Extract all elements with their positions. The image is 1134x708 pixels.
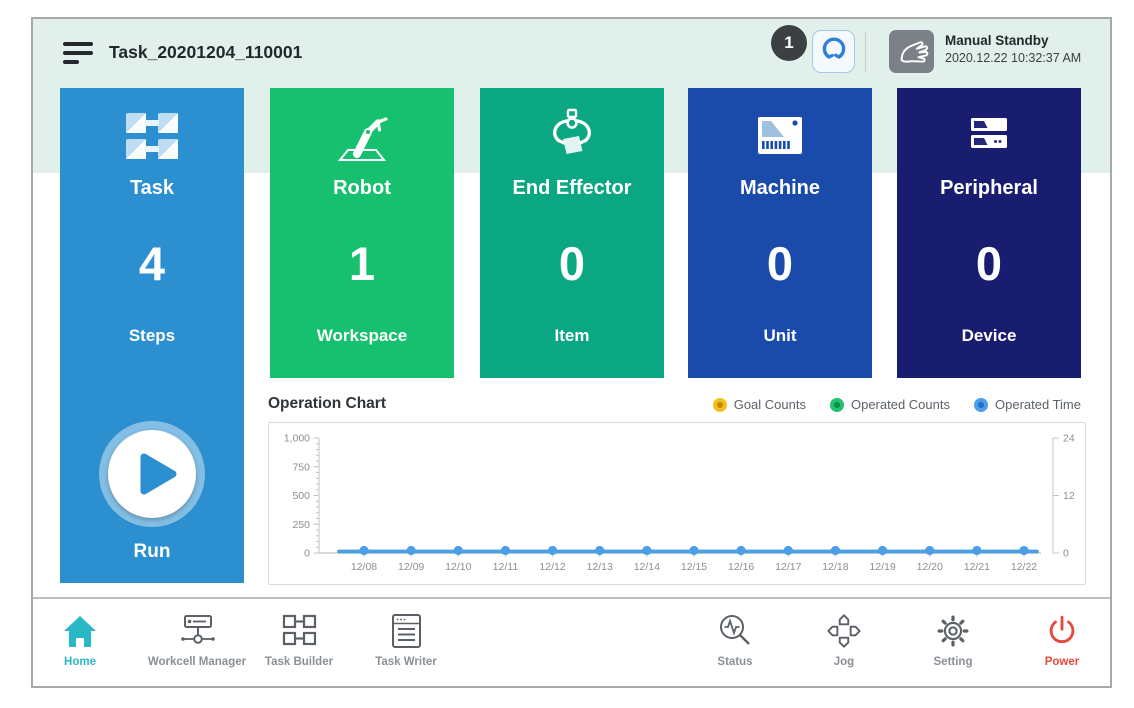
svg-text:250: 250 xyxy=(292,519,310,531)
legend-operated-counts: Operated Counts xyxy=(830,397,950,412)
manual-mode-icon xyxy=(889,30,934,73)
legend-label: Operated Counts xyxy=(851,397,950,412)
card-value: 0 xyxy=(480,236,664,291)
svg-text:500: 500 xyxy=(292,490,310,502)
bottom-nav: Home Workcell Manager xyxy=(33,597,1110,686)
svg-text:12/13: 12/13 xyxy=(587,561,613,573)
operated-time-marker-icon xyxy=(974,398,988,412)
gripper-button[interactable] xyxy=(812,30,855,73)
robot-icon xyxy=(270,108,454,164)
svg-text:750: 750 xyxy=(292,461,310,473)
robot-status: Manual Standby 2020.12.22 10:32:37 AM xyxy=(945,33,1081,66)
operated-counts-marker-icon xyxy=(830,398,844,412)
goal-counts-marker-icon xyxy=(713,398,727,412)
end-effector-icon xyxy=(480,108,664,164)
card-robot[interactable]: Robot 1 Workspace xyxy=(270,88,454,378)
task-writer-icon xyxy=(341,608,471,650)
chart-legend: Goal Counts Operated Counts Operated Tim… xyxy=(713,397,1081,412)
svg-text:12/17: 12/17 xyxy=(775,561,801,573)
page-title: Task_20201204_110001 xyxy=(109,42,302,63)
card-title: End Effector xyxy=(480,177,664,200)
card-unit: Workspace xyxy=(270,326,454,346)
svg-text:12/18: 12/18 xyxy=(822,561,848,573)
card-unit: Device xyxy=(897,326,1081,346)
run-button[interactable] xyxy=(99,421,205,527)
run-label: Run xyxy=(60,541,244,563)
header-divider xyxy=(865,32,866,72)
legend-label: Operated Time xyxy=(995,397,1081,412)
card-value: 0 xyxy=(897,236,1081,291)
nav-label: Home xyxy=(15,656,145,668)
svg-text:0: 0 xyxy=(1063,548,1069,560)
svg-text:12/11: 12/11 xyxy=(493,561,519,573)
svg-text:12/16: 12/16 xyxy=(728,561,754,573)
svg-text:12/14: 12/14 xyxy=(634,561,660,573)
svg-text:12/22: 12/22 xyxy=(1011,561,1037,573)
svg-text:12/08: 12/08 xyxy=(351,561,377,573)
card-peripheral[interactable]: Peripheral 0 Device xyxy=(897,88,1081,378)
card-title: Robot xyxy=(270,177,454,200)
power-icon xyxy=(997,608,1127,650)
svg-text:12/20: 12/20 xyxy=(917,561,943,573)
nav-label: Task Writer xyxy=(341,656,471,668)
operation-chart: 1,000 750 500 250 0 24 12 0 12/08 12/09 12/10 12/11… xyxy=(268,422,1086,585)
svg-text:0: 0 xyxy=(304,548,310,560)
card-unit: Steps xyxy=(60,326,244,346)
app-panel: Task_20201204_110001 1 Manual Standby 20… xyxy=(31,17,1112,688)
svg-text:12/15: 12/15 xyxy=(681,561,707,573)
machine-icon xyxy=(688,108,872,164)
card-title: Machine xyxy=(688,177,872,200)
nav-label: Power xyxy=(997,656,1127,668)
svg-text:12: 12 xyxy=(1063,490,1075,502)
legend-operated-time: Operated Time xyxy=(974,397,1081,412)
play-icon xyxy=(108,430,196,518)
svg-text:12/10: 12/10 xyxy=(445,561,471,573)
home-icon xyxy=(15,608,145,650)
card-end-effector[interactable]: End Effector 0 Item xyxy=(480,88,664,378)
card-value: 0 xyxy=(688,236,872,291)
card-task[interactable]: Task 4 Steps Run xyxy=(60,88,244,583)
card-title: Peripheral xyxy=(897,177,1081,200)
screen: Task_20201204_110001 1 Manual Standby 20… xyxy=(0,0,1134,708)
card-unit: Item xyxy=(480,326,664,346)
nav-home[interactable]: Home xyxy=(15,608,145,668)
card-machine[interactable]: Machine 0 Unit xyxy=(688,88,872,378)
svg-text:12/12: 12/12 xyxy=(539,561,565,573)
chart-title: Operation Chart xyxy=(268,395,386,413)
status-timestamp: 2020.12.22 10:32:37 AM xyxy=(945,50,1081,66)
svg-text:12/21: 12/21 xyxy=(964,561,990,573)
nav-power[interactable]: Power xyxy=(997,608,1127,668)
status-label: Manual Standby xyxy=(945,33,1081,49)
card-value: 1 xyxy=(270,236,454,291)
svg-text:12/19: 12/19 xyxy=(869,561,895,573)
task-icon xyxy=(60,108,244,164)
svg-text:12/09: 12/09 xyxy=(398,561,424,573)
svg-text:24: 24 xyxy=(1063,433,1075,445)
card-value: 4 xyxy=(60,236,244,291)
annotation-badge: 1 xyxy=(771,25,807,61)
card-unit: Unit xyxy=(688,326,872,346)
nav-task-writer[interactable]: Task Writer xyxy=(341,608,471,668)
svg-text:1,000: 1,000 xyxy=(284,433,310,445)
legend-goal-counts: Goal Counts xyxy=(713,397,806,412)
gripper-icon xyxy=(819,34,849,69)
peripheral-icon xyxy=(897,108,1081,164)
card-title: Task xyxy=(60,177,244,200)
legend-label: Goal Counts xyxy=(734,397,806,412)
menu-icon[interactable] xyxy=(63,41,95,67)
